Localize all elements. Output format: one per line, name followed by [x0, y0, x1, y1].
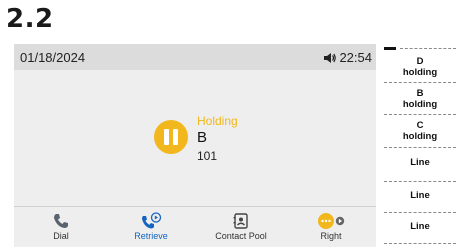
line-key-c[interactable]: C holding	[384, 120, 456, 142]
line-key-d[interactable]: D holding	[384, 56, 456, 78]
line-key-status: holding	[402, 99, 438, 110]
line-key-label: C	[416, 120, 424, 131]
line-key-indicator	[384, 47, 396, 50]
line-key-label: B	[416, 88, 424, 99]
call-status: Holding	[197, 114, 238, 128]
status-right: 22:54	[324, 50, 372, 65]
line-key-status: holding	[402, 131, 438, 142]
phone-screen: 01/18/2024 22:54 Holding B 101 Dial Retr…	[14, 44, 376, 247]
line-key-status: holding	[402, 67, 438, 78]
status-time: 22:54	[339, 50, 372, 65]
contact-pool-label: Contact Pool	[215, 231, 267, 241]
line-key-b[interactable]: B holding	[384, 88, 456, 110]
retrieve-softkey[interactable]: Retrieve	[106, 207, 196, 247]
right-label: Right	[320, 231, 342, 241]
contacts-icon	[233, 213, 248, 229]
retrieve-call-icon	[142, 212, 162, 229]
status-date: 01/18/2024	[20, 50, 86, 65]
call-number: 101	[197, 149, 218, 163]
speaker-icon	[324, 52, 337, 63]
contact-pool-softkey[interactable]: Contact Pool	[196, 207, 286, 247]
status-bar: 01/18/2024 22:54	[14, 44, 376, 70]
line-key-label: D	[416, 56, 424, 67]
line-key-label: Line	[410, 157, 430, 168]
line-key-6[interactable]: Line	[384, 221, 456, 232]
section-title: 2.2	[6, 4, 54, 34]
phone-icon	[54, 214, 68, 228]
line-key-label: Line	[410, 190, 430, 201]
call-name: B	[197, 129, 208, 146]
pause-icon	[154, 120, 188, 154]
dial-label: Dial	[53, 231, 69, 241]
retrieve-label: Retrieve	[134, 231, 168, 241]
line-key-4[interactable]: Line	[384, 157, 456, 168]
right-softkey[interactable]: Right	[286, 207, 376, 247]
line-key-5[interactable]: Line	[384, 190, 456, 201]
softkey-bar: Dial Retrieve Contact Pool Right	[14, 206, 376, 247]
dial-softkey[interactable]: Dial	[16, 207, 106, 247]
line-key-label: Line	[410, 221, 430, 232]
more-right-icon	[318, 213, 345, 229]
